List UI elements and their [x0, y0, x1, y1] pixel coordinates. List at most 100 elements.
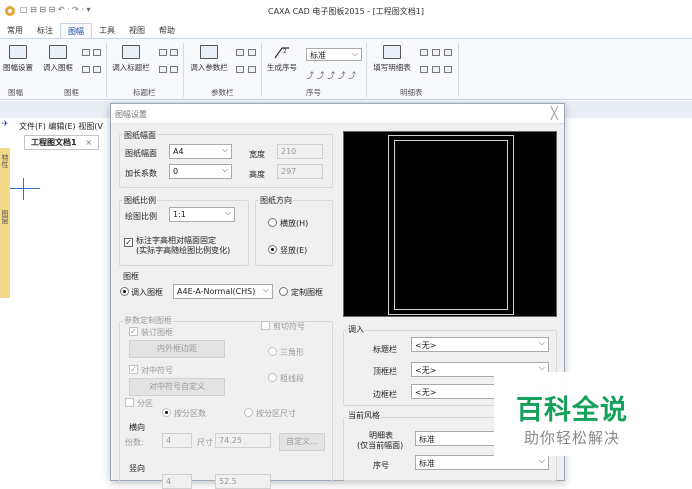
params-edit-icon[interactable] — [248, 49, 256, 56]
extension-factor-select[interactable]: 0 — [169, 164, 232, 179]
ribbon-separator — [106, 43, 107, 97]
dialog-title: 图幅设置 — [115, 110, 147, 119]
crosshair-horizontal — [10, 188, 40, 189]
inner-margin-button[interactable]: 内外框边距 — [129, 340, 225, 358]
height-field[interactable]: 297 — [277, 164, 323, 179]
h-custom-button[interactable]: 自定义... — [279, 433, 325, 451]
titleblock-switch-icon[interactable] — [170, 66, 178, 73]
group-seq-label: 序号 — [306, 88, 321, 97]
triangle-radio[interactable] — [268, 347, 277, 356]
tab-view[interactable]: 视图 — [122, 23, 152, 38]
portrait-label: 竖放(E) — [280, 246, 308, 255]
load-titleblock-button[interactable]: 调入标题栏 — [108, 45, 154, 73]
zone-checkbox[interactable] — [125, 398, 134, 407]
v-size-field[interactable]: 52.5 — [215, 474, 271, 489]
landscape-radio[interactable] — [268, 218, 277, 227]
frame-group-title: 图框 — [123, 272, 139, 281]
frame-store-icon[interactable] — [93, 49, 101, 56]
fill-list-button[interactable]: 填写明细表 — [369, 45, 415, 73]
cut-mark-label: 剪切符号 — [273, 322, 305, 331]
tab-sheet[interactable]: 图幅 — [60, 23, 92, 38]
vertical-label: 竖向 — [129, 464, 145, 473]
side-tab-layers[interactable]: 图层 — [0, 210, 10, 224]
h-count-label: 份数: — [125, 438, 144, 447]
titleblock-store-icon[interactable] — [159, 66, 167, 73]
group-params-label: 参数栏 — [211, 88, 234, 97]
side-tab-properties[interactable]: 特性 — [0, 154, 10, 168]
list-icon-1[interactable] — [420, 49, 428, 56]
h-count-field[interactable]: 4 — [162, 433, 192, 448]
binding-frame-checkbox[interactable]: ✓ — [129, 327, 138, 336]
gen-seq-button[interactable]: 2 生成序号 — [263, 45, 301, 73]
crosshair-vertical — [23, 178, 24, 200]
app-menu-icon[interactable]: ✈ — [2, 119, 9, 128]
width-field[interactable]: 210 — [277, 144, 323, 159]
sheet-setup-icon — [9, 45, 27, 59]
load-frame-button[interactable]: 调入图框 — [40, 45, 76, 73]
frame-edit-icon[interactable] — [82, 49, 90, 56]
custom-frame-radio[interactable] — [279, 287, 288, 296]
param-custom-group-title: 参数定制图框 — [123, 315, 173, 326]
load-titleblock-label: 调入标题栏 — [112, 63, 150, 72]
params-fill-icon[interactable] — [236, 49, 244, 56]
zone-by-count-radio[interactable] — [162, 408, 171, 417]
tab-help[interactable]: 帮助 — [152, 23, 182, 38]
ribbon-separator — [366, 43, 367, 97]
document-tab-close[interactable]: × — [85, 138, 92, 147]
frame-select[interactable]: A4E-A-Normal(CHS) — [173, 284, 273, 299]
landscape-label: 横放(H) — [280, 219, 309, 228]
watermark-subtitle: 助你轻松解决 — [524, 429, 621, 447]
height-label: 高度 — [249, 170, 265, 179]
extension-factor-label: 加长系数 — [125, 169, 157, 178]
titleblock-edit-icon[interactable] — [170, 49, 178, 56]
seq-style-dialog-select[interactable]: 标准 — [415, 455, 549, 470]
tab-tools[interactable]: 工具 — [92, 23, 122, 38]
triangle-label: 三角形 — [280, 348, 304, 357]
portrait-radio[interactable] — [268, 245, 277, 254]
tab-annotate[interactable]: 标注 — [30, 23, 60, 38]
params-switch-icon[interactable] — [248, 66, 256, 73]
document-tab[interactable]: 工程图文档1 × — [24, 135, 100, 150]
center-mark-custom-button[interactable]: 对中符号自定义 — [129, 378, 225, 396]
ribbon-tabs: 常用 标注 图幅 工具 视图 帮助 — [0, 23, 182, 38]
side-panel-strip[interactable]: 特性 图层 — [0, 148, 10, 298]
list-icon-3[interactable] — [444, 49, 452, 56]
seq-tools-icon[interactable]: ⤴ ⤴ ⤴ ⤴ ⤴ — [306, 70, 356, 81]
sheet-size-group — [119, 134, 333, 188]
titleblock-select[interactable]: <无> — [411, 337, 549, 352]
zone-by-size-radio[interactable] — [244, 408, 253, 417]
horizontal-label: 横向 — [129, 423, 145, 432]
fix-text-height-checkbox[interactable]: ✓ — [124, 238, 133, 247]
sequence-icon: 2 — [273, 45, 291, 59]
cut-mark-checkbox[interactable] — [261, 321, 270, 330]
params-store-icon[interactable] — [236, 66, 244, 73]
h-size-label: 尺寸 — [197, 438, 213, 447]
dialog-close-button[interactable]: ╳ — [551, 106, 558, 120]
menu-items[interactable]: 文件(F) 编辑(E) 视图(V — [19, 121, 103, 132]
h-size-field[interactable]: 74.25 — [215, 433, 271, 448]
titleblock-fill-icon[interactable] — [159, 49, 167, 56]
width-label: 宽度 — [249, 150, 265, 159]
list-icon-5[interactable] — [432, 66, 440, 73]
thick-line-radio[interactable] — [268, 373, 277, 382]
sheet-size-select[interactable]: A4 — [169, 144, 232, 159]
frame-fill-icon[interactable] — [82, 66, 90, 73]
load-params-button[interactable]: 调入参数栏 — [186, 45, 232, 73]
watermark-title: 百科全说 — [516, 395, 628, 426]
center-mark-checkbox[interactable]: ✓ — [129, 365, 138, 374]
v-count-field[interactable]: 4 — [162, 474, 192, 489]
load-frame-radio[interactable] — [120, 287, 129, 296]
fix-text-height-note: (实际字高随绘图比例变化) — [136, 246, 231, 255]
tab-common[interactable]: 常用 — [0, 23, 30, 38]
list-icon-2[interactable] — [432, 49, 440, 56]
seq-style-select[interactable]: 标准 — [306, 48, 362, 61]
frame-switch-icon[interactable] — [93, 66, 101, 73]
zone-by-count-label: 按分区数 — [174, 409, 206, 418]
sheet-setup-button[interactable]: 图幅设置 — [1, 45, 35, 73]
thick-line-label: 粗线段 — [280, 374, 304, 383]
list-icon-6[interactable] — [444, 66, 452, 73]
list-icon-4[interactable] — [420, 66, 428, 73]
ribbon-separator — [261, 43, 262, 97]
draw-scale-select[interactable]: 1:1 — [169, 207, 235, 222]
orientation-group — [255, 200, 333, 266]
